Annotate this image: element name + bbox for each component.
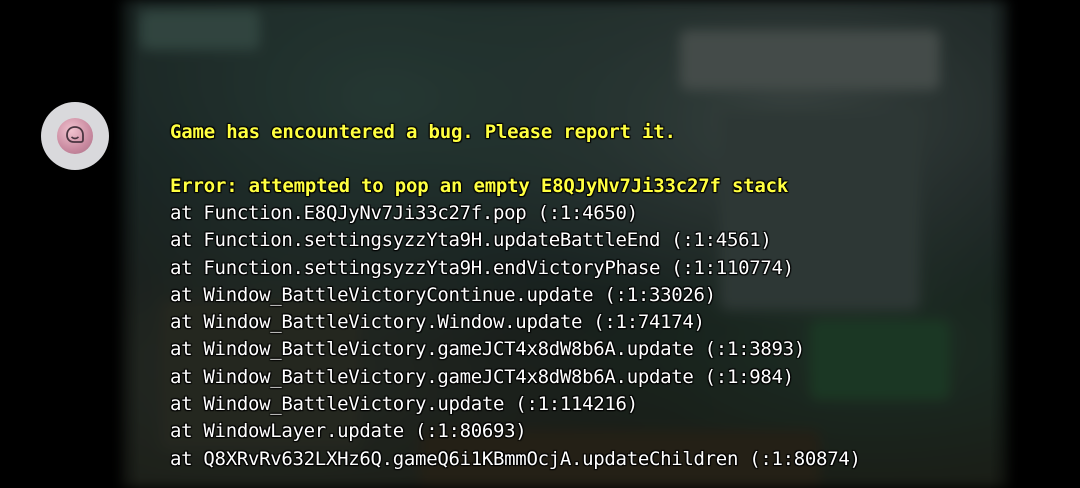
game-screen: Game has encountered a bug. Please repor…	[0, 0, 1080, 488]
stack-line: at Window_BattleVictory.update (:1:11421…	[170, 393, 638, 416]
error-title: Game has encountered a bug. Please repor…	[170, 121, 676, 143]
stack-line: at Window_BattleVictoryContinue.update (…	[170, 283, 716, 306]
stack-line: at Function.E8QJyNv7Ji33c27f.pop (:1:465…	[170, 202, 638, 224]
assistant-bubble-icon	[57, 118, 93, 154]
stack-line: at Window_BattleVictory.Window.update (:…	[170, 311, 705, 334]
error-message: Error: attempted to pop an empty E8QJyNv…	[170, 175, 789, 197]
error-report: Game has encountered a bug. Please repor…	[170, 119, 1050, 473]
stack-line: at Window_BattleVictory.gameJCT4x8dW8b6A…	[170, 365, 794, 388]
stack-line: at WindowLayer.update (:1:80693)	[170, 420, 527, 443]
stack-trace: at Function.E8QJyNv7Ji33c27f.pop (:1:465…	[170, 200, 1050, 473]
stack-line: at Function.settingsyzzYta9H.updateBattl…	[170, 229, 772, 252]
floating-assistant-button[interactable]	[41, 102, 109, 170]
stack-line: at Function.settingsyzzYta9H.endVictoryP…	[170, 256, 794, 279]
stack-line: at Window_BattleVictory.gameJCT4x8dW8b6A…	[170, 338, 805, 361]
stack-line: at Q8XRvRv632LXHz6Q.gameQ6i1KBmmOcjA.upd…	[170, 447, 861, 470]
